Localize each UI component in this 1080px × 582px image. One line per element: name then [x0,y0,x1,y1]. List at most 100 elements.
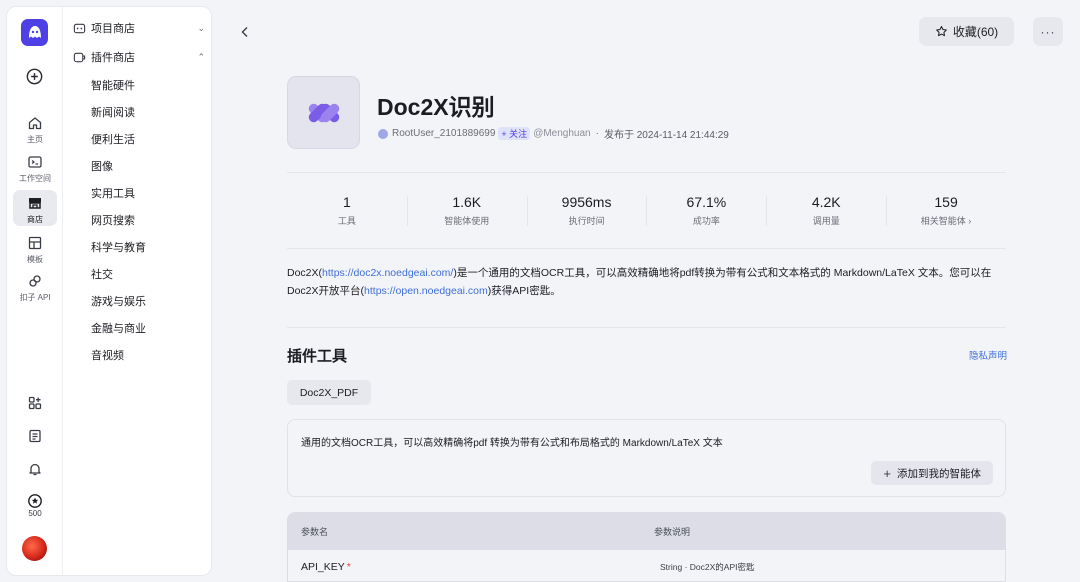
sidebar-shell: 主页 工作空间 商店 模板 扣子 API 500 项目商店 ⌄ 插件商店 ⌃ 智… [6,6,212,576]
star-icon [935,25,947,37]
tool-description: 通用的文档OCR工具，可以高效精确将pdf 转换为带有公式和布局格式的 Mark… [301,438,723,449]
nav-category-lifestyle[interactable]: 便利生活 [91,131,135,147]
stat-value: 4.2K [811,194,841,210]
document-icon [25,426,45,446]
add-to-agent-label: 添加到我的智能体 [897,467,981,480]
apps-grid-icon [25,393,45,413]
plugin-title: Doc2X识别 [377,94,495,120]
stat-value: 159 [934,194,958,210]
stat-value: 1 [343,194,351,210]
sub-nav: 项目商店 ⌄ 插件商店 ⌃ 智能硬件 新闻阅读 便利生活 图像 实用工具 网页搜… [63,7,211,575]
plus-circle-icon [26,68,43,85]
publish-date: 发布于 2024-11-14 21:44:29 [603,130,729,141]
stat-value: 67.1% [686,194,727,210]
plugin-description: Doc2X(https://doc2x.noedgeai.com/)是一个通用的… [287,264,1007,300]
home-icon [25,113,45,133]
privacy-link[interactable]: 隐私声明 [969,348,1007,362]
stat-label: 智能体使用 [444,216,490,226]
more-options-button[interactable]: ··· [1033,17,1063,46]
author-handle: @Menghuan [533,128,591,139]
plugin-meta: RootUser_2101889699 + 关注 @Menghuan · 发布于… [378,126,729,141]
rail-notifications-button[interactable] [7,459,63,479]
chevron-left-icon [241,27,248,37]
nav-category-utilities[interactable]: 实用工具 [91,185,135,201]
tools-section-title: 插件工具 [287,348,348,365]
stat-exec-time: 9956ms 执行时间 [526,173,647,248]
plugin-store-icon [73,50,87,64]
col-param-desc: 参数说明 [654,527,691,537]
stat-value: 1.6K [452,194,482,210]
back-button[interactable] [237,24,253,40]
stat-label: 成功率 [692,216,720,226]
stat-value: 9956ms [561,194,612,210]
store-icon [25,193,45,213]
rail-item-label: 主页 [27,135,43,144]
terminal-icon [25,152,45,172]
rail-item-label: 扣子 API [19,293,51,302]
rail-item-workspace[interactable]: 工作空间 [7,152,63,184]
rail-item-label: 模板 [27,255,43,264]
plus-icon: + [883,465,891,481]
meta-separator: · [595,128,599,139]
create-button[interactable] [24,66,45,87]
stat-call-count: 4.2K 调用量 [766,173,886,248]
col-param-name: 参数名 [301,527,329,537]
icon-rail: 主页 工作空间 商店 模板 扣子 API 500 [7,7,63,575]
open-platform-link[interactable]: https://open.noedgeai.com [364,285,488,297]
plugin-logo [287,76,360,149]
nav-category-games[interactable]: 游戏与娱乐 [91,293,146,309]
chevron-up-icon: ⌃ [197,51,205,62]
nav-category-finance[interactable]: 金融与商业 [91,320,146,336]
rail-item-api[interactable]: 扣子 API [7,271,63,303]
param-desc: String · Doc2X的API密匙 [660,561,755,572]
nav-category-smart-hardware[interactable]: 智能硬件 [91,77,135,93]
table-row: API_KEY * String · Doc2X的API密匙 [288,550,1005,581]
nav-category-audio-video[interactable]: 音视频 [91,347,124,363]
rail-apps-button[interactable] [7,393,63,413]
author-name[interactable]: RootUser_2101889699 [392,128,495,139]
project-store-icon [73,21,87,35]
chevron-down-icon: ⌄ [197,22,205,33]
tool-tab-doc2x-pdf[interactable]: Doc2X_PDF [287,380,371,405]
nav-category-science[interactable]: 科学与教育 [91,239,146,255]
nav-category-image[interactable]: 图像 [91,158,113,174]
stat-label: 执行时间 [568,216,605,226]
nav-plugin-store[interactable]: 插件商店 ⌃ [73,46,205,68]
param-name: API_KEY * [301,561,351,573]
stat-label: 工具 [337,216,356,226]
section-divider [287,327,1006,328]
template-icon [25,233,45,253]
rail-item-store[interactable]: 商店 [7,190,63,226]
nav-group-label: 插件商店 [91,52,135,64]
app-logo[interactable] [21,19,48,46]
stat-success-rate: 67.1% 成功率 [646,173,766,248]
stats-bar: 1 工具 1.6K 智能体使用 9956ms 执行时间 67.1% 成功率 4.… [287,172,1006,249]
nav-category-web-search[interactable]: 网页搜索 [91,212,135,228]
stat-agent-usage: 1.6K 智能体使用 [406,173,527,248]
rail-item-home[interactable]: 主页 [7,113,63,145]
doc2x-link[interactable]: https://doc2x.noedgeai.com/ [322,267,453,279]
params-table: 参数名 参数说明 API_KEY * String · Doc2X的API密匙 [287,512,1006,582]
stat-label: 调用量 [812,216,840,226]
add-to-agent-button[interactable]: + 添加到我的智能体 [871,461,993,485]
params-table-header: 参数名 参数说明 [288,513,1005,550]
author-avatar [378,128,388,139]
nav-group-label: 项目商店 [91,23,135,35]
user-avatar[interactable] [22,536,47,561]
credits-button[interactable]: 500 [7,493,63,518]
tool-card: 通用的文档OCR工具，可以高效精确将pdf 转换为带有公式和布局格式的 Mark… [287,419,1006,497]
nav-category-social[interactable]: 社交 [91,266,113,282]
stat-related-agents[interactable]: 159 相关智能体 › [886,173,1006,248]
bell-icon [25,459,45,479]
rail-item-templates[interactable]: 模板 [7,233,63,265]
doc2x-logo-icon [308,103,339,122]
favorite-button[interactable]: 收藏(60) [919,17,1014,46]
nav-project-store[interactable]: 项目商店 ⌄ [73,17,205,39]
rail-item-label: 商店 [27,215,43,224]
star-badge-icon [28,494,42,508]
desc-text: Doc2X( [287,267,323,279]
follow-button[interactable]: + 关注 [498,127,531,140]
nav-category-news[interactable]: 新闻阅读 [91,104,135,120]
favorite-label: 收藏(60) [952,25,999,39]
rail-docs-button[interactable] [7,426,63,446]
